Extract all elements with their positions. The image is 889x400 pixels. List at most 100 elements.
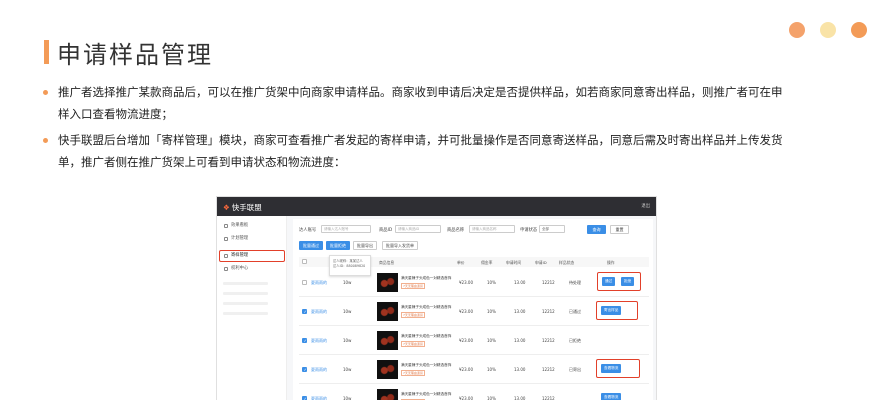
promoter-nickname-link[interactable]: 夏雨雨的 (311, 367, 327, 373)
status-label: 申请状态 (520, 228, 538, 233)
unit-price: ¥23.00 (459, 280, 473, 285)
col-time: 申请时间 (506, 260, 522, 265)
product-name: 满天星辣子头成色一对精选首饰 (401, 363, 452, 367)
row-action-button[interactable]: 查看物流 (601, 393, 622, 400)
fans-count: 10w (343, 338, 352, 343)
logo-icon: ❖ (223, 203, 230, 212)
apply-time: 13.00 (514, 396, 526, 400)
product-tag: 7天无理由退货 (401, 312, 425, 318)
action-highlight-box (596, 301, 638, 320)
bullet-dot (43, 138, 48, 143)
kuaishou-union-app: ❖ 快手联盟 退出 效果看板 计划管理 寄样管理 权利中心 达人账号 请输入达人账… (216, 196, 657, 400)
product-tag: 7天无理由退货 (401, 341, 425, 347)
sample-status: 待处理 (569, 280, 581, 285)
fans-count: 10w (343, 280, 352, 285)
promoter-input[interactable]: 请输入达人账号 (321, 225, 371, 233)
col-ops: 操作 (607, 260, 615, 265)
row-checkbox[interactable] (302, 309, 307, 314)
app-logo: ❖ 快手联盟 (223, 203, 262, 212)
app-topbar: ❖ 快手联盟 退出 (217, 197, 656, 216)
promoter-nickname-link[interactable]: 夏雨雨的 (311, 338, 327, 344)
bullet-text-1: 推广者选择推广某款商品后，可以在推广货架中向商家申请样品。商家收到申请后决定是否… (58, 85, 783, 121)
exit-link[interactable]: 退出 (641, 203, 650, 209)
product-name: 满天星辣子头成色一对精选首饰 (401, 334, 452, 338)
filter-row: 达人账号 请输入达人账号 商品ID 请输入商品ID 商品名称 请输入商品名称 申… (299, 225, 649, 235)
status-select[interactable]: 全部 (539, 225, 565, 233)
col-product: 商品信息 (379, 260, 395, 265)
table-row: 夏雨雨的10w满天星辣子头成色一对精选首饰7天无理由退货¥23.0010%13.… (299, 298, 649, 326)
sidebar-item-rights[interactable]: 权利中心 (221, 264, 283, 274)
row-checkbox[interactable] (302, 338, 307, 343)
commission-rate: 10% (487, 309, 496, 314)
row-checkbox[interactable] (302, 367, 307, 372)
unit-price: ¥23.00 (459, 338, 473, 343)
bullet-dot (43, 90, 48, 95)
sidebar-placeholder (223, 292, 268, 295)
col-rate: 佣金率 (481, 260, 493, 265)
decor-dot-orange-dark (851, 22, 867, 38)
product-name: 满天星辣子头成色一对精选首饰 (401, 392, 452, 396)
title-accent-bar (44, 40, 49, 64)
commission-rate: 10% (487, 396, 496, 400)
sidebar-item-dashboard[interactable]: 效果看板 (221, 221, 283, 231)
reset-button[interactable]: 重置 (610, 225, 629, 234)
apply-id: 12212 (542, 309, 555, 314)
product-thumbnail (377, 273, 398, 292)
product-tag: 7天无理由退货 (401, 370, 425, 376)
query-button[interactable]: 查询 (587, 225, 606, 234)
action-highlight-box (596, 359, 640, 378)
sample-status: 已拒绝 (569, 338, 581, 343)
sidebar-highlight-box (219, 250, 285, 262)
action-highlight-box (597, 272, 641, 291)
batch-reject-button[interactable]: 批量拒绝 (326, 241, 350, 250)
select-all-checkbox[interactable] (302, 259, 307, 264)
product-thumbnail (377, 302, 398, 321)
table-row: 夏雨雨的 10w 满天星辣子头成色一对精选首饰 7天无理由退货 ¥23.00 10% 13.… (299, 327, 649, 355)
apply-id: 12212 (542, 338, 555, 343)
col-price: 单价 (457, 260, 465, 265)
sample-status: 已通过 (569, 309, 581, 314)
apply-time: 13.00 (514, 338, 526, 343)
decor-dot-yellow (820, 22, 836, 38)
product-thumbnail (377, 331, 398, 350)
product-name-label: 商品名称 (447, 228, 465, 233)
row-checkbox[interactable] (302, 280, 307, 285)
sample-management-panel: 达人账号 请输入达人账号 商品ID 请输入商品ID 商品名称 请输入商品名称 申… (293, 219, 653, 400)
apply-id: 12212 (542, 367, 555, 372)
sample-status: 已寄出 (569, 367, 581, 372)
sidebar: 效果看板 计划管理 寄样管理 权利中心 (217, 216, 287, 400)
apply-time: 13.00 (514, 309, 526, 314)
fans-count: 10w (343, 367, 352, 372)
product-id-label: 商品ID (379, 228, 393, 233)
promoter-nickname-link[interactable]: 夏雨雨的 (311, 280, 327, 286)
commission-rate: 10% (487, 338, 496, 343)
bullet-text-2: 快手联盟后台增加「寄样管理」模块，商家可查看推广者发起的寄样申请，并可批量操作是… (58, 133, 783, 169)
sidebar-item-plans[interactable]: 计划管理 (221, 234, 283, 244)
promoter-nickname-link[interactable]: 夏雨雨的 (311, 396, 327, 400)
promoter-label: 达人账号 (299, 228, 317, 233)
sidebar-placeholder (223, 302, 268, 305)
product-id-input[interactable]: 请输入商品ID (395, 225, 441, 233)
col-id: 申请ID (535, 260, 547, 265)
fans-count: 10w (343, 396, 352, 400)
apply-id: 12212 (542, 280, 555, 285)
commission-rate: 10% (487, 367, 496, 372)
unit-price: ¥23.00 (459, 367, 473, 372)
commission-rate: 10% (487, 280, 496, 285)
product-name-input[interactable]: 请输入商品名称 (469, 225, 515, 233)
batch-import-button[interactable]: 批量导入发货单 (382, 241, 418, 250)
decor-dot-orange (789, 22, 805, 38)
batch-export-button[interactable]: 批量导出 (353, 241, 377, 250)
rights-icon (224, 267, 228, 271)
row-checkbox[interactable] (302, 396, 307, 400)
apply-time: 13.00 (514, 367, 526, 372)
promoter-nickname-link[interactable]: 夏雨雨的 (311, 309, 327, 315)
table-row: 夏雨雨的10w满天星辣子头成色一对精选首饰7天无理由退货¥23.0010%13.… (299, 385, 649, 400)
sidebar-placeholder (223, 312, 268, 315)
batch-approve-button[interactable]: 批量通过 (299, 241, 323, 250)
product-thumbnail (377, 360, 398, 379)
unit-price: ¥23.00 (459, 396, 473, 400)
table-row: 夏雨雨的 10w 满天星辣子头成色一对精选首饰 7天无理由退货 ¥23.00 10% 13.… (299, 356, 649, 384)
product-tag: 7天无理由退货 (401, 283, 425, 289)
product-name: 满天星辣子头成色一对精选首饰 (401, 305, 452, 309)
